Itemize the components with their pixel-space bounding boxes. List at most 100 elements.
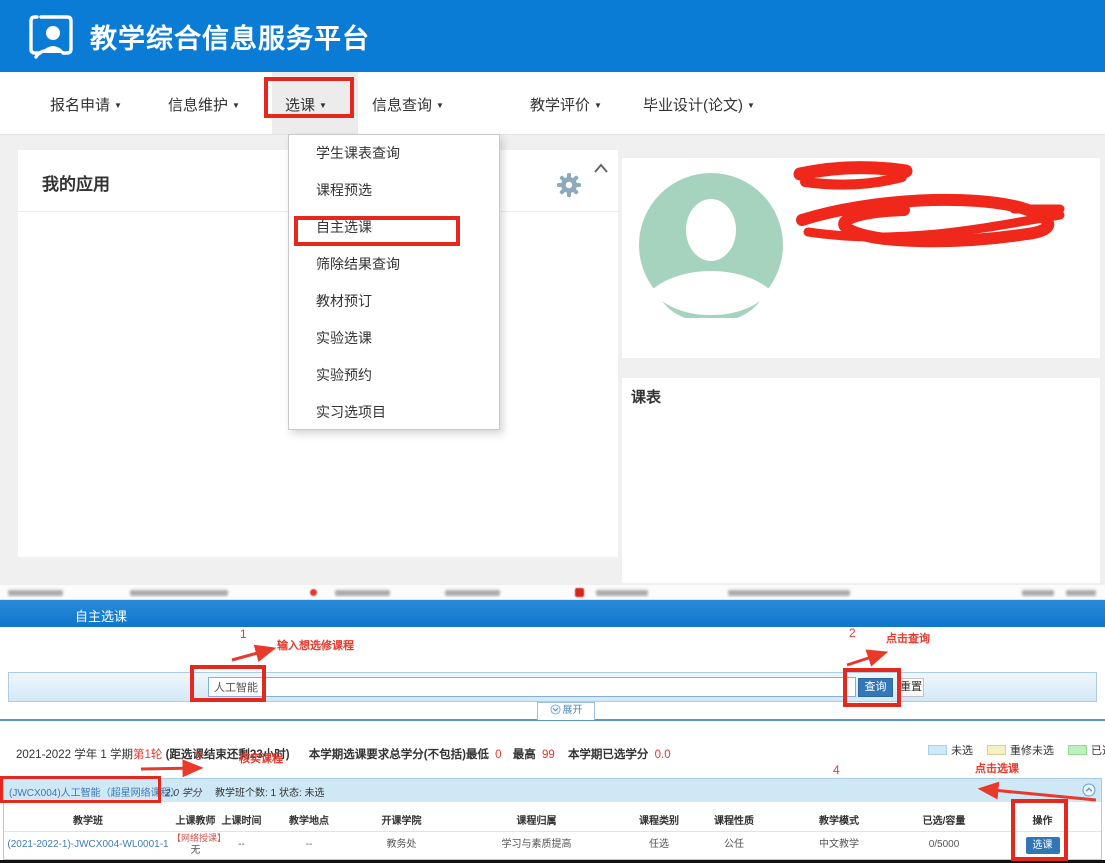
- chevron-down-circle-icon: [550, 704, 561, 715]
- annotation-label-4: 点击选课: [975, 760, 1019, 776]
- table-row: (2021-2022-1)-JWCX004-WL0001-1 【网络授课】无 -…: [4, 831, 1101, 859]
- class-id-link[interactable]: (2021-2022-1)-JWCX004-WL0001-1: [7, 839, 168, 850]
- browser-bookmarks-strip: [0, 585, 1105, 600]
- course-search-input[interactable]: [208, 677, 856, 697]
- annotation-number-2: 2: [849, 626, 856, 640]
- place-cell: --: [264, 831, 354, 859]
- redaction-scribble: [622, 158, 1100, 358]
- legend-retake-unselected: 重修未选: [987, 742, 1054, 758]
- my-apps-title: 我的应用: [42, 170, 110, 195]
- col-college: 开课学院: [354, 809, 449, 831]
- chevron-up-circle-icon[interactable]: [1082, 783, 1096, 797]
- col-mode: 教学模式: [774, 809, 904, 831]
- caret-down-icon: ▼: [319, 101, 327, 110]
- credit-rule-text: 本学期选课要求总学分(不包括)最低: [309, 749, 489, 761]
- col-teacher: 上课教师: [172, 809, 219, 831]
- menu-item-filter-result[interactable]: 筛除结果查询: [289, 246, 499, 283]
- expand-toggle[interactable]: 展开: [537, 702, 595, 720]
- course-group-header[interactable]: (JWCX004)人工智能（超星网络课程） - 2.0 学分 教学班个数: 1 …: [4, 779, 1101, 802]
- nature-cell: 公任: [694, 831, 774, 859]
- legend-swatch-retake: [987, 745, 1006, 755]
- blurred-bookmark: [1066, 590, 1096, 596]
- mode-cell: 中文教学: [774, 831, 904, 859]
- reset-button[interactable]: 重置: [898, 678, 924, 697]
- main-nav: 报名申请▼ 信息维护▼ 选课▼ 信息查询▼ 教学评价▼ 毕业设计(论文)▼: [0, 72, 1105, 135]
- red-dot-favicon: [310, 589, 317, 596]
- page-title-bar: 自主选课: [0, 600, 1105, 627]
- legend-selected: 已选: [1068, 742, 1105, 758]
- capacity-cell: 0/5000: [904, 831, 984, 859]
- menu-item-course-preselect[interactable]: 课程预选: [289, 172, 499, 209]
- menu-item-self-course-select[interactable]: 自主选课: [289, 209, 499, 246]
- expand-label: 展开: [563, 705, 583, 716]
- table-header-row: 教学班 上课教师 上课时间 教学地点 开课学院 课程归属 课程类别 课程性质 教…: [4, 809, 1101, 831]
- annotation-label-2: 点击查询: [886, 630, 930, 646]
- round-info: 2021-2022 学年 1 学期第1轮 (距选课结束还剩23小时) 本学期选课…: [16, 746, 671, 762]
- blurred-bookmark: [1022, 590, 1054, 596]
- status-legend: 未选 重修未选 已选: [928, 742, 1105, 758]
- col-time: 上课时间: [219, 809, 264, 831]
- blurred-bookmark: [728, 590, 850, 596]
- col-class: 教学班: [4, 809, 172, 831]
- col-category: 课程类别: [624, 809, 694, 831]
- select-course-button[interactable]: 选课: [1026, 837, 1060, 854]
- screen: 教学综合信息服务平台 报名申请▼ 信息维护▼ 选课▼ 信息查询▼ 教学评价▼ 毕…: [0, 0, 1105, 863]
- app-title: 教学综合信息服务平台: [90, 17, 370, 56]
- college-cell: 教务处: [354, 831, 449, 859]
- term-text: 2021-2022 学年 1 学期: [16, 749, 133, 761]
- app-logo-icon: [27, 13, 75, 59]
- course-credits: 2.0 学分: [165, 784, 202, 799]
- category-cell: 任选: [624, 831, 694, 859]
- nav-item-graduation-thesis[interactable]: 毕业设计(论文)▼: [643, 94, 755, 115]
- caret-down-icon: ▼: [232, 101, 240, 110]
- blurred-bookmark: [596, 590, 648, 596]
- menu-item-student-schedule[interactable]: 学生课表查询: [289, 135, 499, 172]
- credit-max: 99: [542, 749, 555, 761]
- selected-credit-label: 本学期已选学分: [568, 749, 649, 761]
- selected-credit: 0.0: [655, 749, 671, 761]
- caret-down-icon: ▼: [747, 101, 755, 110]
- col-place: 教学地点: [264, 809, 354, 831]
- teacher-name: 无: [191, 845, 201, 856]
- caret-down-icon: ▼: [436, 101, 444, 110]
- arrow-1: [232, 649, 272, 660]
- annotation-number-3: 3: [195, 749, 202, 763]
- col-nature: 课程性质: [694, 809, 774, 831]
- timetable-panel: 课表: [622, 378, 1100, 583]
- nav-item-info-query[interactable]: 信息查询▼: [372, 94, 444, 115]
- nav-item-teaching-evaluation[interactable]: 教学评价▼: [530, 94, 602, 115]
- course-selection-menu: 学生课表查询 课程预选 自主选课 筛除结果查询 教材预订 实验选课 实验预约 实…: [288, 134, 500, 430]
- legend-swatch-selected: [1068, 745, 1087, 755]
- timetable-title: 课表: [631, 386, 661, 407]
- nav-item-enrollment[interactable]: 报名申请▼: [50, 94, 122, 115]
- annotation-number-1: 1: [240, 627, 247, 641]
- legend-unselected: 未选: [928, 742, 973, 758]
- nav-item-course-selection[interactable]: 选课▼: [285, 94, 327, 115]
- user-profile-panel: [622, 158, 1100, 358]
- arrow-2: [847, 653, 884, 665]
- app-header: 教学综合信息服务平台: [0, 0, 1105, 72]
- online-teaching-tag: 【网络授课】: [172, 833, 226, 843]
- arrow-3: [141, 768, 199, 769]
- credit-max-label: 最高: [513, 749, 536, 761]
- course-result-panel: (JWCX004)人工智能（超星网络课程） - 2.0 学分 教学班个数: 1 …: [3, 778, 1102, 860]
- credit-min: 0: [495, 749, 501, 761]
- query-button[interactable]: 查询: [858, 678, 893, 697]
- class-table: 教学班 上课教师 上课时间 教学地点 开课学院 课程归属 课程类别 课程性质 教…: [4, 809, 1101, 859]
- menu-item-lab-select[interactable]: 实验选课: [289, 320, 499, 357]
- teacher-cell: 【网络授课】无: [172, 831, 219, 859]
- menu-item-lab-reserve[interactable]: 实验预约: [289, 357, 499, 394]
- search-toolbar: 查询 重置: [8, 672, 1097, 702]
- chevron-up-icon[interactable]: [593, 163, 609, 174]
- col-capacity: 已选/容量: [904, 809, 984, 831]
- col-action: 操作: [984, 809, 1101, 831]
- blurred-bookmark: [335, 590, 390, 596]
- red-square-favicon: [575, 588, 584, 597]
- menu-item-textbook-order[interactable]: 教材预订: [289, 283, 499, 320]
- nav-item-info-maintenance[interactable]: 信息维护▼: [168, 94, 240, 115]
- annotation-label-1: 输入想选修课程: [277, 637, 354, 653]
- gear-icon[interactable]: [556, 172, 582, 198]
- menu-item-internship-select[interactable]: 实习选项目: [289, 394, 499, 431]
- course-status: 状态: 未选: [279, 784, 325, 799]
- page-title: 自主选课: [75, 606, 127, 625]
